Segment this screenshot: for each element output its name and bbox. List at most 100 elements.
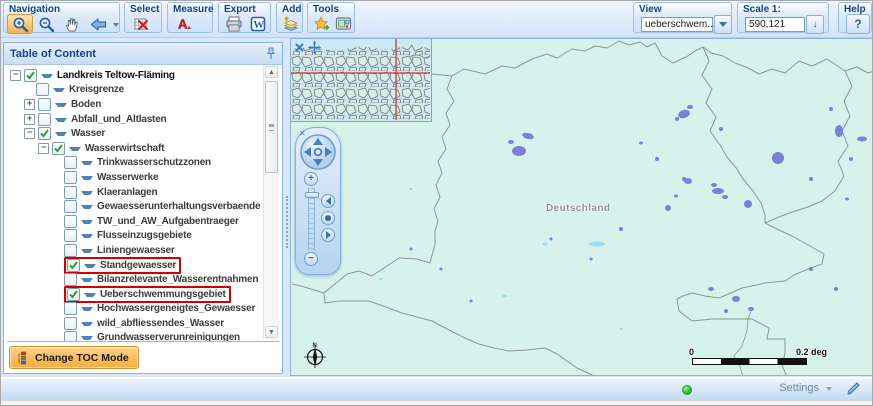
collapse-icon[interactable]: − [10, 69, 21, 81]
full-extent-button[interactable] [321, 211, 335, 225]
pin-icon[interactable] [266, 47, 276, 60]
layer-label: Boden [71, 98, 102, 110]
toc-item-bilanzrelevante-wasserentnahmen[interactable]: Bilanzrelevante_Wasserentnahmen [4, 272, 282, 287]
map-canvas[interactable]: Deutschland ✕ + − 0 0.2 deg [290, 38, 872, 376]
scroll-down-icon[interactable]: ▼ [265, 326, 278, 338]
layer-checkbox[interactable] [38, 97, 51, 111]
print-button[interactable] [222, 14, 246, 34]
layer-menu-caret-icon[interactable] [81, 234, 93, 241]
layer-menu-caret-icon[interactable] [81, 248, 93, 256]
previous-view-button[interactable] [321, 194, 335, 208]
layer-menu-caret-icon[interactable] [81, 205, 93, 212]
view-dropdown-button[interactable] [714, 14, 732, 34]
row-content: Trinkwasserschutzzonen [64, 156, 211, 170]
layer-menu-caret-icon[interactable] [81, 175, 93, 183]
layer-menu-caret-icon[interactable] [81, 219, 93, 227]
layer-menu-caret-icon[interactable] [41, 73, 53, 81]
zoom-slider-thumb[interactable] [305, 192, 319, 198]
layer-checkbox[interactable] [64, 243, 77, 257]
toc-item-tw-und-aw-aufgabentraeger[interactable]: TW_und_AW_Aufgabentraeger [4, 214, 282, 229]
change-toc-mode-button[interactable]: Change TOC Mode [9, 346, 139, 369]
layer-checkbox[interactable] [38, 112, 51, 126]
layer-menu-caret-icon[interactable] [55, 117, 67, 125]
layer-checkbox[interactable] [36, 83, 49, 97]
layer-checkbox[interactable] [64, 229, 77, 243]
layer-menu-caret-icon[interactable] [84, 263, 96, 271]
zoom-out-button[interactable] [33, 14, 59, 34]
layer-menu-caret-icon[interactable] [84, 292, 96, 300]
collapse-icon[interactable]: − [38, 142, 49, 154]
edit-pencil-icon[interactable] [846, 382, 862, 396]
previous-extent-button[interactable] [85, 14, 111, 34]
collapse-icon[interactable]: − [24, 128, 35, 140]
toc-scrollbar[interactable]: ▲ ▼ [263, 65, 279, 339]
layer-checkbox[interactable] [64, 185, 77, 199]
layer-checkbox[interactable] [64, 170, 77, 184]
pan-compass-pad[interactable] [299, 133, 337, 171]
layer-menu-caret-icon[interactable] [53, 88, 65, 95]
zoom-slider[interactable] [305, 188, 319, 250]
toc-item-wild-abfliessendes-wasser[interactable]: wild_abfliessendes_Wasser [4, 316, 282, 331]
printer-icon [226, 16, 242, 32]
tools-viewer-button[interactable] [333, 14, 355, 34]
layer-menu-caret-icon[interactable] [55, 132, 67, 139]
toc-item-ueberschwemmungsgebiet[interactable]: Ueberschwemmungsgebiet [4, 285, 282, 303]
overview-close-icon[interactable] [294, 42, 305, 53]
layer-checkbox[interactable] [64, 156, 77, 170]
view-dropdown[interactable]: ueberschwem... [641, 14, 732, 34]
toc-item-abfall-und-altlasten[interactable]: + Abfall_und_Altlasten [4, 112, 282, 127]
layer-checkbox[interactable] [52, 141, 65, 155]
toc-item-standgewaesser[interactable]: Standgewaesser [4, 256, 282, 274]
toc-item-gewaesserunterhaltungsverbaende[interactable]: Gewaesserunterhaltungsverbaende [4, 199, 282, 214]
toc-item-wasser[interactable]: − Wasser [4, 126, 282, 141]
layer-checkbox[interactable] [64, 273, 77, 287]
layer-menu-caret-icon[interactable] [81, 307, 93, 314]
layer-checkbox[interactable] [67, 287, 80, 301]
toc-item-landkreis-teltow-fl-ming[interactable]: − Landkreis Teltow-Fläming [4, 68, 282, 83]
layer-menu-caret-icon[interactable] [55, 102, 67, 110]
overview-move-icon[interactable] [308, 41, 321, 54]
layer-checkbox[interactable] [24, 68, 37, 82]
layer-checkbox[interactable] [64, 316, 77, 330]
zoom-in-slider-button[interactable]: + [304, 172, 318, 186]
zoom-in-button[interactable] [7, 14, 33, 34]
export-word-button[interactable]: W [246, 14, 270, 34]
layer-checkbox[interactable] [67, 258, 80, 272]
scale-input[interactable] [745, 16, 805, 32]
toc-item-wasserwerke[interactable]: Wasserwerke [4, 170, 282, 185]
toc-item-liniengewaesser[interactable]: Liniengewaesser [4, 243, 282, 258]
layer-menu-caret-icon[interactable] [81, 190, 93, 198]
tools-extra-button[interactable] [311, 14, 333, 34]
zoom-out-slider-button[interactable]: − [304, 252, 318, 266]
toc-item-klaeranlagen[interactable]: Klaeranlagen [4, 185, 282, 200]
help-button[interactable]: ? [846, 14, 870, 34]
layer-checkbox[interactable] [64, 200, 77, 214]
scale-apply-button[interactable]: ↓ [806, 14, 824, 34]
toc-item-trinkwasserschutzzonen[interactable]: Trinkwasserschutzzonen [4, 156, 282, 171]
layer-menu-caret-icon[interactable] [81, 278, 93, 285]
layer-checkbox[interactable] [64, 302, 77, 316]
next-view-button[interactable] [321, 228, 335, 242]
toc-item-kreisgrenze[interactable]: Kreisgrenze [4, 83, 282, 98]
toc-item-wasserwirtschaft[interactable]: − Wasserwirtschaft [4, 141, 282, 156]
expand-icon[interactable]: + [24, 113, 35, 125]
layer-menu-caret-icon[interactable] [81, 321, 93, 329]
toc-item-flusseinzugsgebiete[interactable]: Flusseinzugsgebiete [4, 229, 282, 244]
layer-menu-caret-icon[interactable] [69, 146, 81, 154]
select-features-button[interactable] [128, 14, 154, 34]
measure-button[interactable]: A [171, 14, 197, 34]
extent-dropdown-caret-icon[interactable] [113, 22, 119, 30]
layer-checkbox[interactable] [38, 127, 51, 141]
pan-button[interactable] [59, 14, 85, 34]
layer-checkbox[interactable] [64, 214, 77, 228]
add-layer-button[interactable] [280, 14, 302, 34]
scroll-up-icon[interactable]: ▲ [265, 66, 278, 78]
toc-item-hochwassergeneigtes-gewaesser[interactable]: Hochwassergeneigtes_Gewaesser [4, 302, 282, 317]
layer-menu-caret-icon[interactable] [81, 161, 93, 168]
settings-menu[interactable]: Settings [779, 382, 832, 394]
scrollbar-thumb[interactable] [265, 81, 278, 173]
status-bar: Settings [1, 378, 872, 401]
toc-item-boden[interactable]: + Boden [4, 97, 282, 112]
overview-map[interactable] [291, 39, 432, 122]
expand-icon[interactable]: + [24, 98, 35, 110]
